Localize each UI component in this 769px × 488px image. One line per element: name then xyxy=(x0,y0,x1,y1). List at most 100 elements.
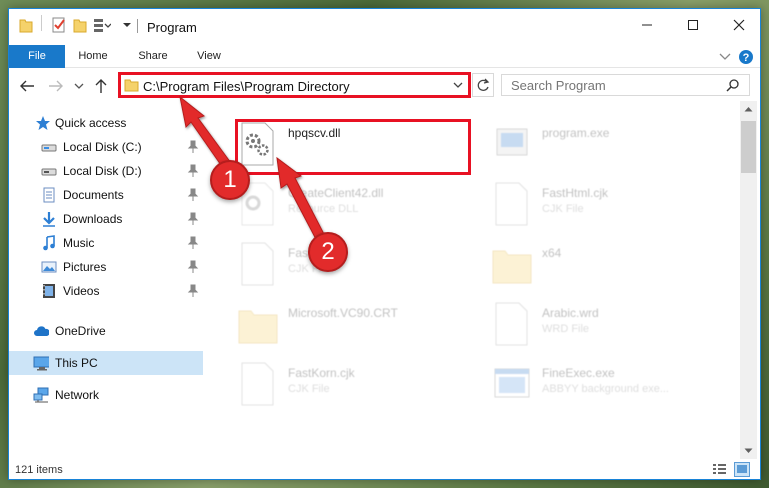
address-dropdown-icon[interactable] xyxy=(453,81,463,89)
tab-share[interactable]: Share xyxy=(129,45,177,68)
ribbon-tabs: File Home Share View ? xyxy=(9,45,760,68)
nav-label: Local Disk (D:) xyxy=(63,164,142,178)
pin-icon[interactable] xyxy=(187,164,199,178)
file-item-createclient[interactable]: CreateClient42.dll Resource DLL xyxy=(231,175,481,233)
cloud-icon xyxy=(34,326,49,336)
nav-label: Downloads xyxy=(63,212,123,226)
documents-icon xyxy=(43,187,55,203)
file-item-microsoft-vc90[interactable]: Microsoft.VC90.CRT xyxy=(231,295,481,353)
drive-icon xyxy=(41,144,57,152)
scroll-down-icon[interactable] xyxy=(744,448,753,454)
pin-icon[interactable] xyxy=(187,212,199,226)
file-type: Resource DLL xyxy=(288,203,359,215)
new-folder-icon[interactable] xyxy=(73,17,87,33)
file-item-fasthtml[interactable]: FastHtml CJK File xyxy=(231,235,481,293)
search-box[interactable] xyxy=(501,74,750,96)
title-bar: Program xyxy=(9,9,760,40)
tab-home[interactable]: Home xyxy=(71,45,115,68)
scroll-up-icon[interactable] xyxy=(744,106,753,112)
nav-onedrive[interactable]: OneDrive xyxy=(9,319,203,343)
file-name: FastHtml.cjk xyxy=(542,186,608,200)
pin-icon[interactable] xyxy=(187,260,199,274)
file-icon xyxy=(241,362,274,406)
pin-icon[interactable] xyxy=(187,236,199,250)
close-button[interactable] xyxy=(716,9,760,40)
file-name: program.exe xyxy=(542,126,610,140)
file-item-x64[interactable]: x64 xyxy=(485,235,735,293)
minimize-icon xyxy=(642,24,652,25)
maximize-icon xyxy=(688,19,698,30)
file-name: Microsoft.VC90.CRT xyxy=(288,306,398,320)
up-button[interactable] xyxy=(92,77,110,95)
search-icon[interactable] xyxy=(726,78,740,92)
pin-icon[interactable] xyxy=(187,140,199,154)
address-bar[interactable]: C:\Program Files\Program Directory xyxy=(118,72,471,98)
vertical-scrollbar[interactable] xyxy=(740,101,757,459)
network-icon xyxy=(33,387,49,403)
videos-icon xyxy=(43,284,55,298)
file-item-fineexec[interactable]: FineExec.exe ABBYY background exe... xyxy=(485,355,735,413)
nav-label: Quick access xyxy=(55,116,127,130)
properties-icon[interactable] xyxy=(51,17,67,33)
file-item-fasthtml-cjk[interactable]: FastHtml.cjk CJK File xyxy=(485,175,735,233)
file-item-fastkorn[interactable]: FastKorn.cjk CJK File xyxy=(231,355,481,413)
file-item-arabic-wrd[interactable]: Arabic.wrd WRD File xyxy=(485,295,735,353)
pictures-icon xyxy=(41,261,57,273)
separator xyxy=(41,15,42,31)
nav-local-disk-d[interactable]: Local Disk (D:) xyxy=(9,159,203,183)
nav-local-disk-c[interactable]: Local Disk (C:) xyxy=(9,135,203,159)
tab-file[interactable]: File xyxy=(9,45,65,68)
step-2-callout: 2 xyxy=(308,232,348,272)
file-type: CJK File xyxy=(288,383,330,395)
details-view-icon[interactable] xyxy=(712,463,727,476)
nav-documents[interactable]: Documents xyxy=(9,183,203,207)
customize-toolbar-icon[interactable] xyxy=(93,17,111,33)
nav-label: This PC xyxy=(55,356,98,370)
search-input[interactable] xyxy=(502,75,717,95)
back-button[interactable] xyxy=(18,77,36,95)
pin-icon[interactable] xyxy=(187,284,199,298)
nav-videos[interactable]: Videos xyxy=(9,279,203,303)
scrollbar-thumb[interactable] xyxy=(741,121,756,173)
nav-network[interactable]: Network xyxy=(9,383,203,407)
nav-label: OneDrive xyxy=(55,324,106,338)
file-name: CreateClient42.dll xyxy=(288,186,384,200)
star-icon xyxy=(36,116,50,130)
large-icons-view-icon[interactable] xyxy=(734,462,750,477)
file-name: Arabic.wrd xyxy=(542,306,599,320)
chevron-down-icon[interactable] xyxy=(122,20,132,30)
nav-this-pc[interactable]: This PC xyxy=(9,351,203,375)
navigation-pane: Quick access Local Disk (C:) Local Disk … xyxy=(9,109,207,459)
recent-locations-button[interactable] xyxy=(73,77,85,95)
exe-window-icon xyxy=(494,368,530,398)
file-item-program-exe[interactable]: program.exe xyxy=(485,115,735,173)
refresh-button[interactable] xyxy=(472,73,494,97)
window-title: Program xyxy=(147,20,197,35)
minimize-button[interactable] xyxy=(624,9,670,40)
tab-view[interactable]: View xyxy=(187,45,231,68)
file-name: FineExec.exe xyxy=(542,366,615,380)
title-separator xyxy=(137,19,138,33)
address-path[interactable]: C:\Program Files\Program Directory xyxy=(143,79,350,94)
file-icon xyxy=(495,302,528,346)
nav-music[interactable]: Music xyxy=(9,231,203,255)
forward-button[interactable] xyxy=(47,77,65,95)
folder-icon xyxy=(19,19,33,33)
expand-ribbon-icon[interactable] xyxy=(719,52,731,62)
download-icon xyxy=(43,212,55,227)
nav-downloads[interactable]: Downloads xyxy=(9,207,203,231)
folder-icon xyxy=(124,79,139,92)
arrow-up-icon xyxy=(95,79,107,93)
file-name: x64 xyxy=(542,246,562,260)
pin-icon[interactable] xyxy=(187,188,199,202)
help-icon[interactable]: ? xyxy=(738,49,754,65)
folder-icon xyxy=(238,310,278,344)
close-icon xyxy=(733,19,745,30)
arrow-right-icon xyxy=(49,80,63,92)
nav-quick-access[interactable]: Quick access xyxy=(9,111,203,135)
maximize-button[interactable] xyxy=(670,9,716,40)
nav-label: Local Disk (C:) xyxy=(63,140,142,154)
nav-label: Network xyxy=(55,388,100,402)
nav-pictures[interactable]: Pictures xyxy=(9,255,203,279)
explorer-window: Program File Home Share View ? C:\Progra… xyxy=(8,8,761,480)
